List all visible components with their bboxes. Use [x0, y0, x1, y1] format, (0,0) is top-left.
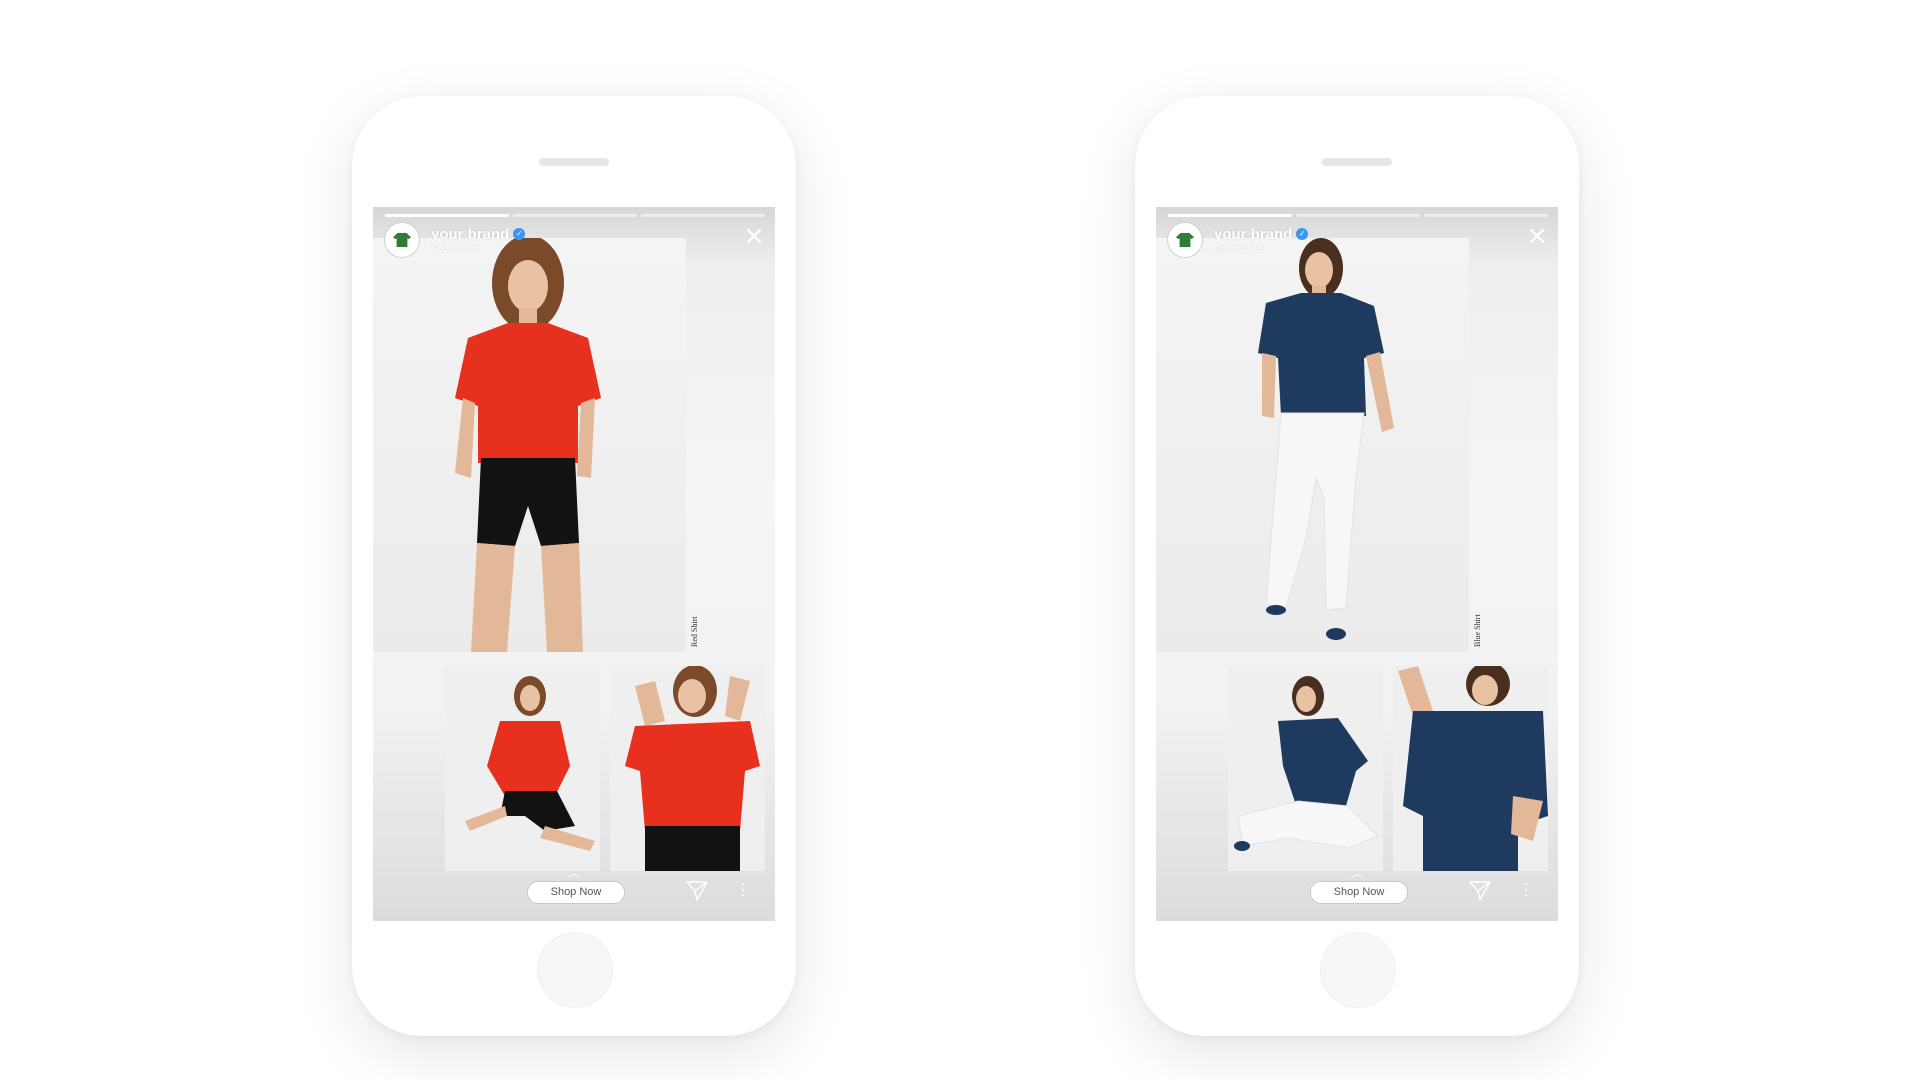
shirt-logo-icon	[1176, 233, 1194, 247]
thumbnail-photo-2[interactable]	[1393, 662, 1548, 871]
send-icon[interactable]	[1468, 880, 1492, 902]
brand-avatar[interactable]	[1168, 223, 1202, 257]
phone-speaker	[1322, 158, 1392, 166]
brand-row: your brand ✓	[1214, 226, 1309, 243]
more-icon[interactable]: ⋮	[735, 880, 751, 902]
brand-info: your brand ✓ Sponsored	[431, 226, 526, 255]
shop-now-button[interactable]: Shop Now	[527, 881, 625, 904]
verified-badge-icon: ✓	[1296, 228, 1309, 240]
brand-info: your brand ✓ Sponsored	[1214, 226, 1309, 255]
story-footer: ︿ Shop Now ⋮	[373, 866, 775, 921]
progress-segment	[1424, 214, 1548, 217]
close-icon[interactable]: ×	[743, 223, 765, 249]
chevron-up-icon: ︿	[1350, 866, 1363, 880]
model-closeup-blue	[1398, 662, 1548, 871]
home-button	[1320, 932, 1396, 1008]
phone-mockup-left: Red Shirt your brand ✓ Sponsored × ︿ Sho…	[352, 96, 796, 1036]
sponsored-label: Sponsored	[431, 243, 480, 255]
brand-row: your brand ✓	[431, 226, 526, 243]
thumbnail-photo-1[interactable]	[1228, 666, 1383, 871]
progress-segment	[513, 214, 637, 217]
phone-mockup-right: Blue Shirt your brand ✓ Sponsored × ︿ Sh…	[1135, 96, 1579, 1036]
story-footer: ︿ Shop Now ⋮	[1156, 866, 1558, 921]
home-button	[537, 932, 613, 1008]
photo-label: Red Shirt	[690, 616, 699, 647]
sponsored-label: Sponsored	[1214, 243, 1263, 255]
progress-segment	[1296, 214, 1420, 217]
story-header: your brand ✓ Sponsored	[385, 222, 765, 258]
model-seated-blue	[1234, 676, 1379, 851]
thumbnail-photo-2[interactable]	[610, 665, 765, 871]
model-closeup-red	[625, 665, 760, 871]
model-seated-red	[465, 676, 595, 851]
main-product-photo	[373, 235, 686, 652]
more-icon[interactable]: ⋮	[1518, 880, 1534, 902]
brand-name[interactable]: your brand	[1214, 226, 1292, 243]
brand-avatar[interactable]	[385, 223, 419, 257]
phone-speaker	[539, 158, 609, 166]
brand-name[interactable]: your brand	[431, 226, 509, 243]
shirt-logo-icon	[393, 233, 411, 247]
send-icon[interactable]	[685, 880, 709, 902]
story-screen-left[interactable]: Red Shirt your brand ✓ Sponsored × ︿ Sho…	[373, 207, 775, 921]
photo-label: Blue Shirt	[1473, 614, 1482, 647]
thumbnail-photo-1[interactable]	[445, 666, 600, 871]
model-figure-red	[455, 235, 601, 652]
main-product-photo	[1156, 238, 1469, 652]
shop-now-button[interactable]: Shop Now	[1310, 881, 1408, 904]
verified-badge-icon: ✓	[513, 228, 526, 240]
close-icon[interactable]: ×	[1526, 223, 1548, 249]
story-screen-right[interactable]: Blue Shirt your brand ✓ Sponsored × ︿ Sh…	[1156, 207, 1558, 921]
story-progress-bar	[1168, 214, 1548, 217]
chevron-up-icon: ︿	[567, 866, 580, 880]
model-figure-blue	[1258, 238, 1394, 640]
story-progress-bar	[385, 214, 765, 217]
progress-segment	[385, 214, 509, 217]
progress-segment	[641, 214, 765, 217]
progress-segment	[1168, 214, 1292, 217]
story-header: your brand ✓ Sponsored	[1168, 222, 1548, 258]
